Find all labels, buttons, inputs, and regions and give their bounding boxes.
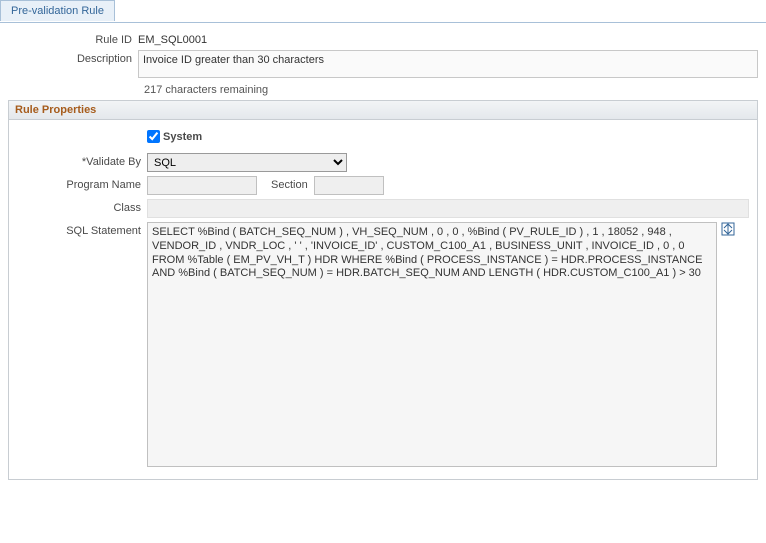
label-system: System (163, 131, 202, 143)
description-remaining: 217 characters remaining (144, 82, 758, 100)
description-input[interactable] (138, 50, 758, 78)
form-area: Rule ID EM_SQL0001 Description 217 chara… (0, 23, 766, 484)
section-header-rule-properties: Rule Properties (8, 100, 758, 120)
system-checkbox[interactable] (147, 130, 160, 143)
tab-bar: Pre-validation Rule (0, 0, 766, 23)
label-class: Class (17, 199, 147, 214)
expand-icon[interactable] (721, 222, 735, 236)
class-input[interactable] (147, 199, 749, 218)
section-body-rule-properties: System *Validate By SQL Program Name Sec… (8, 120, 758, 480)
label-sql-statement: SQL Statement (17, 222, 147, 237)
tab-prevalidation-rule[interactable]: Pre-validation Rule (0, 0, 115, 21)
program-name-input[interactable] (147, 176, 257, 195)
label-section: Section (257, 176, 314, 191)
label-rule-id: Rule ID (8, 31, 138, 46)
label-description: Description (8, 50, 138, 65)
sql-statement-textarea[interactable] (147, 222, 717, 467)
value-rule-id: EM_SQL0001 (138, 31, 207, 46)
validate-by-select[interactable]: SQL (147, 153, 347, 172)
section-input[interactable] (314, 176, 384, 195)
label-validate-by: *Validate By (17, 153, 147, 168)
label-program-name: Program Name (17, 176, 147, 191)
